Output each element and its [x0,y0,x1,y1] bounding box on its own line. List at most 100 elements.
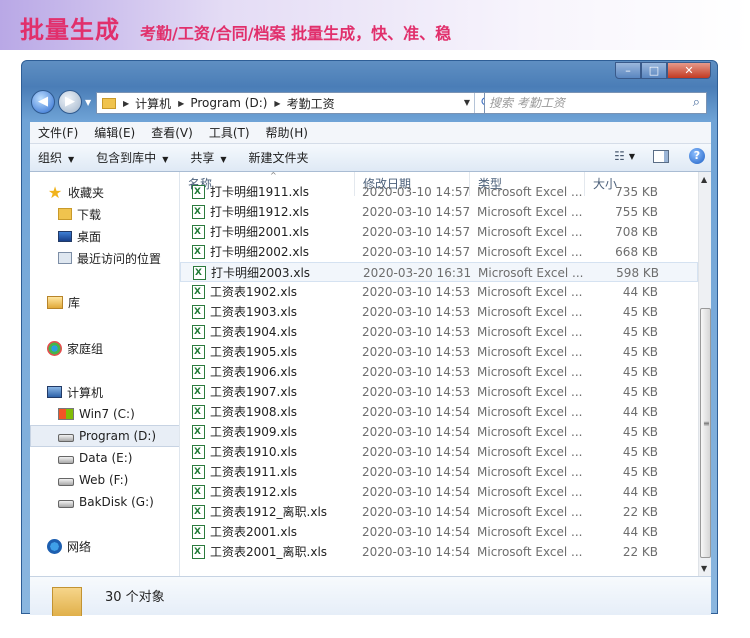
nav-homegroup-label: 家庭组 [67,341,104,356]
item-count: 30 个对象 [105,590,165,605]
view-options-icon[interactable]: ☷ [614,149,625,163]
file-modified: 2020-03-10 14:53 [362,305,471,319]
file-size: 22 KB [622,545,658,559]
file-row[interactable]: 工资表2001.xls 2020-03-10 14:54 Microsoft Exc… [180,522,698,542]
address-bar[interactable]: ▶ 计算机 ▶ Program (D:) ▶ 考勤工资 ▼ ⟳ [96,92,499,114]
file-name: 打卡明细1912.xls [210,205,310,219]
file-type: Microsoft Excel ... [478,266,584,280]
file-modified: 2020-03-10 14:53 [362,365,471,379]
file-type: Microsoft Excel ... [477,325,583,339]
search-input[interactable] [489,95,679,111]
nav-desktop[interactable]: 桌面 [30,225,179,247]
chevron-right-icon[interactable]: ▶ [274,99,280,108]
file-type: Microsoft Excel ... [477,545,583,559]
nav-computer[interactable]: 计算机 [30,381,179,403]
share-button[interactable]: 共享 ▼ [190,149,226,166]
file-name: 工资表1905.xls [210,345,298,359]
chevron-down-icon[interactable]: ▼ [629,152,635,161]
chevron-right-icon[interactable]: ▶ [178,99,184,108]
chevron-down-icon: ▼ [220,155,227,164]
file-row[interactable]: 打卡明细2002.xls 2020-03-10 14:57 Microsoft Ex… [180,242,698,262]
scroll-up-icon[interactable]: ▲ [701,175,707,184]
file-type: Microsoft Excel ... [477,505,583,519]
menu-file[interactable]: 文件(F) [38,124,78,141]
include-library-button[interactable]: 包含到库中 ▼ [96,149,168,166]
file-size: 735 KB [615,185,658,199]
file-modified: 2020-03-10 14:54 [362,425,471,439]
file-name: 工资表1902.xls [210,285,298,299]
breadcrumb-folder[interactable]: 考勤工资 [287,95,335,112]
nav-recent-label: 最近访问的位置 [77,251,162,266]
nav-homegroup[interactable]: 家庭组 [30,337,179,359]
back-button[interactable]: ◀ [31,90,55,114]
scroll-thumb[interactable]: ≡ [700,308,711,558]
organize-button[interactable]: 组织 ▼ [38,149,74,166]
file-row[interactable]: 工资表1910.xls 2020-03-10 14:54 Microsoft Exc… [180,442,698,462]
homegroup-icon [47,340,62,356]
excel-file-icon [192,205,205,219]
file-row[interactable]: 工资表1908.xls 2020-03-10 14:54 Microsoft Exc… [180,402,698,422]
file-size: 598 KB [616,266,659,280]
menu-view[interactable]: 查看(V) [151,124,193,141]
include-library-label: 包含到库中 [96,151,157,165]
close-button[interactable]: ✕ [667,62,711,79]
scroll-down-icon[interactable]: ▼ [701,564,707,573]
nav-libraries[interactable]: 库 [30,291,179,313]
maximize-button[interactable]: □ [641,62,667,79]
file-row[interactable]: 工资表1911.xls 2020-03-10 14:54 Microsoft Exc… [180,462,698,482]
vertical-scrollbar[interactable]: ▲ ≡ ▼ [698,172,711,576]
file-row[interactable]: 工资表1905.xls 2020-03-10 14:53 Microsoft Exc… [180,342,698,362]
desktop-icon [58,230,72,242]
nav-drive-f[interactable]: Web (F:) [30,469,179,491]
nav-downloads[interactable]: 下载 [30,203,179,225]
file-type: Microsoft Excel ... [477,225,583,239]
file-row[interactable]: 打卡明细1912.xls 2020-03-10 14:57 Microsoft Ex… [180,202,698,222]
excel-file-icon [192,305,205,319]
chevron-right-icon[interactable]: ▶ [123,99,129,108]
help-icon[interactable]: ? [689,148,705,164]
file-size: 45 KB [622,325,658,339]
nav-drive-c[interactable]: Win7 (C:) [30,403,179,425]
file-name: 打卡明细2003.xls [211,266,311,280]
file-row[interactable]: 工资表1902.xls 2020-03-10 14:53 Microsoft Exc… [180,282,698,302]
menu-help[interactable]: 帮助(H) [266,124,308,141]
nav-recent[interactable]: 最近访问的位置 [30,247,179,269]
nav-network[interactable]: 网络 [30,535,179,557]
file-row[interactable]: 打卡明细2001.xls 2020-03-10 14:57 Microsoft Ex… [180,222,698,242]
file-size: 45 KB [622,425,658,439]
minimize-button[interactable]: – [615,62,641,79]
menu-tools[interactable]: 工具(T) [209,124,250,141]
file-row[interactable]: 工资表1912.xls 2020-03-10 14:54 Microsoft Exc… [180,482,698,502]
search-icon[interactable]: ⌕ [693,95,700,110]
nav-drive-d[interactable]: Program (D:) [30,425,179,447]
nav-drive-g[interactable]: BakDisk (G:) [30,491,179,513]
preview-pane-icon[interactable] [653,149,669,163]
excel-file-icon [192,485,205,499]
breadcrumb-computer[interactable]: 计算机 [135,95,171,112]
file-row[interactable]: 工资表2001_离职.xls 2020-03-10 14:54 Microsoft … [180,542,698,562]
recent-places-icon [58,252,72,264]
forward-button[interactable]: ▶ [58,90,82,114]
promo-banner: 批量生成 考勤/工资/合同/档案 批量生成，快、准、稳 [0,0,750,50]
file-row[interactable]: 打卡明细2003.xls 2020-03-20 16:31 Microsoft Ex… [180,262,698,282]
address-dropdown-icon[interactable]: ▼ [464,98,470,107]
menu-bar: 文件(F) 编辑(E) 查看(V) 工具(T) 帮助(H) [30,122,711,144]
file-row[interactable]: 工资表1907.xls 2020-03-10 14:53 Microsoft Exc… [180,382,698,402]
file-name: 打卡明细1911.xls [210,185,310,199]
file-row[interactable]: 工资表1909.xls 2020-03-10 14:54 Microsoft Exc… [180,422,698,442]
file-size: 44 KB [622,285,658,299]
menu-edit[interactable]: 编辑(E) [94,124,135,141]
nav-favorites[interactable]: ★ 收藏夹 [30,181,179,203]
nav-drive-e[interactable]: Data (E:) [30,447,179,469]
history-dropdown-icon[interactable]: ▼ [85,98,91,107]
breadcrumb-drive[interactable]: Program (D:) [190,96,267,110]
file-row[interactable]: 工资表1912_离职.xls 2020-03-10 14:54 Microsoft … [180,502,698,522]
file-row[interactable]: 工资表1903.xls 2020-03-10 14:53 Microsoft Exc… [180,302,698,322]
file-row[interactable]: 工资表1906.xls 2020-03-10 14:53 Microsoft Exc… [180,362,698,382]
search-box[interactable]: ⌕ [484,92,707,114]
file-row[interactable]: 打卡明细1911.xls 2020-03-10 14:57 Microsoft Ex… [180,182,698,202]
file-row[interactable]: 工资表1904.xls 2020-03-10 14:53 Microsoft Exc… [180,322,698,342]
file-modified: 2020-03-10 14:54 [362,445,471,459]
excel-file-icon [192,465,205,479]
new-folder-button[interactable]: 新建文件夹 [249,149,309,166]
